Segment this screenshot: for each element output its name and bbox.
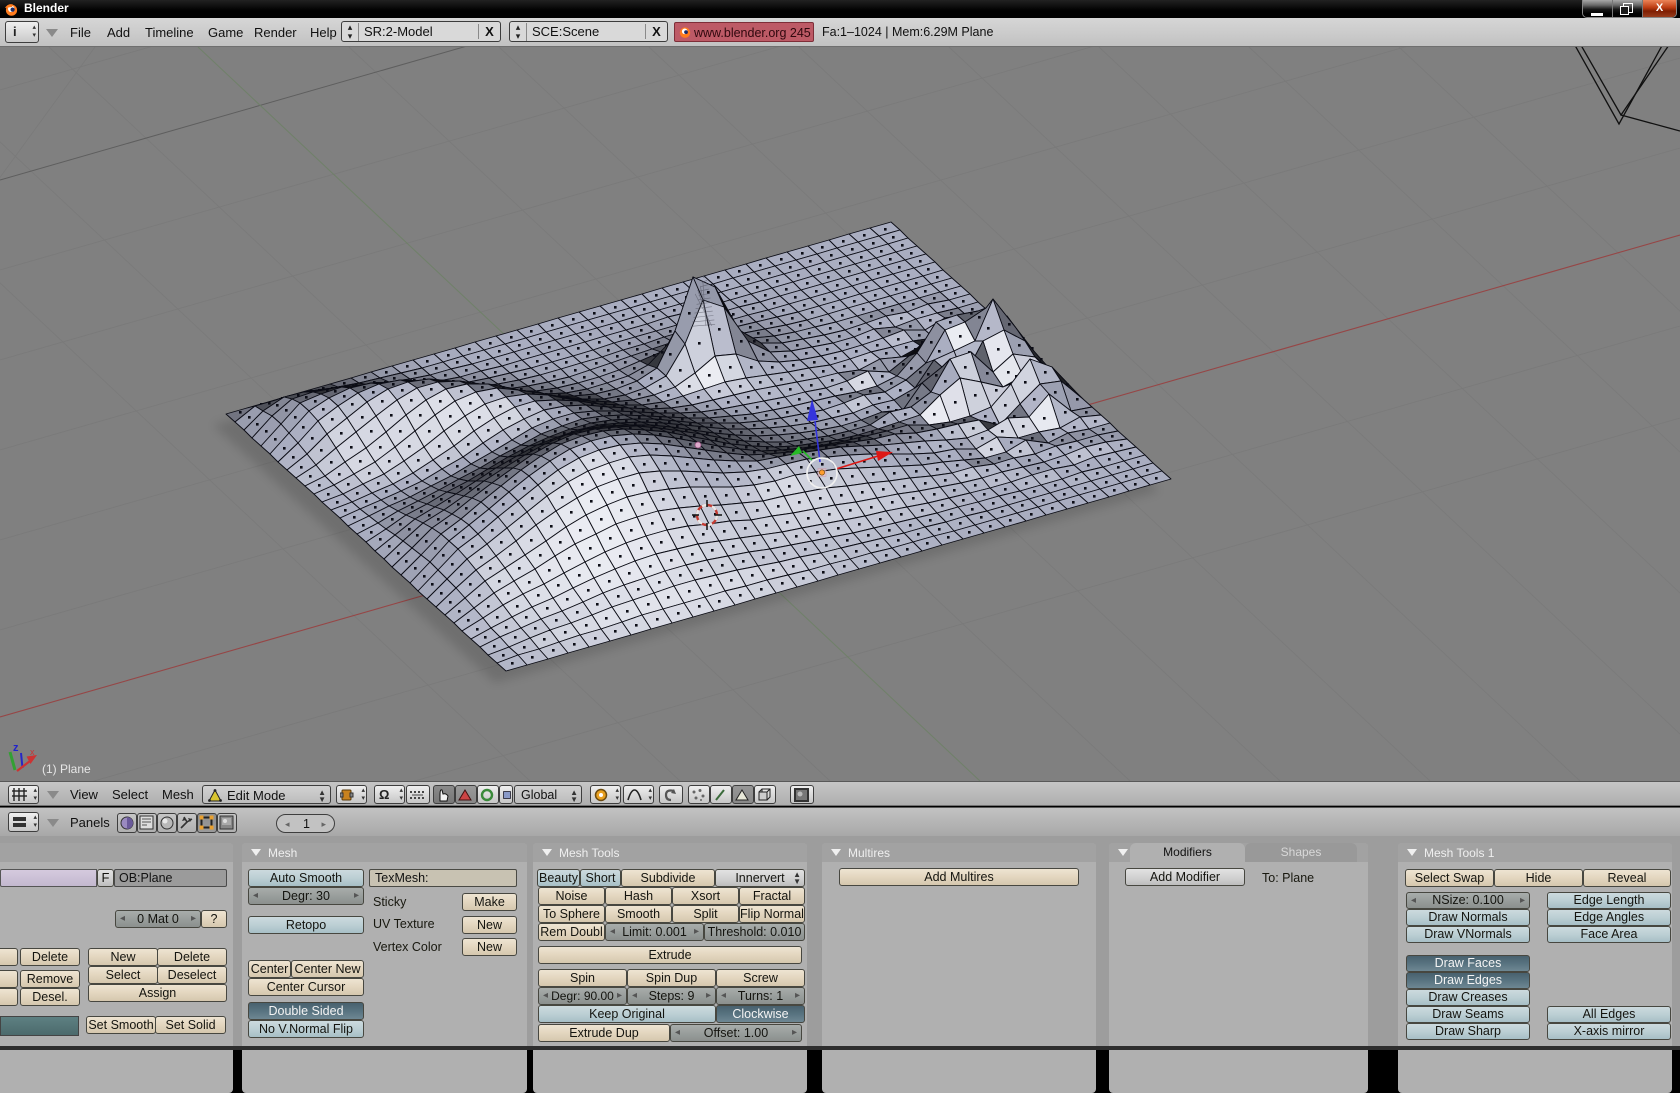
svg-text:x: x (30, 747, 35, 757)
svg-text:z: z (13, 742, 19, 754)
svg-text:(1) Plane: (1) Plane (42, 762, 91, 776)
